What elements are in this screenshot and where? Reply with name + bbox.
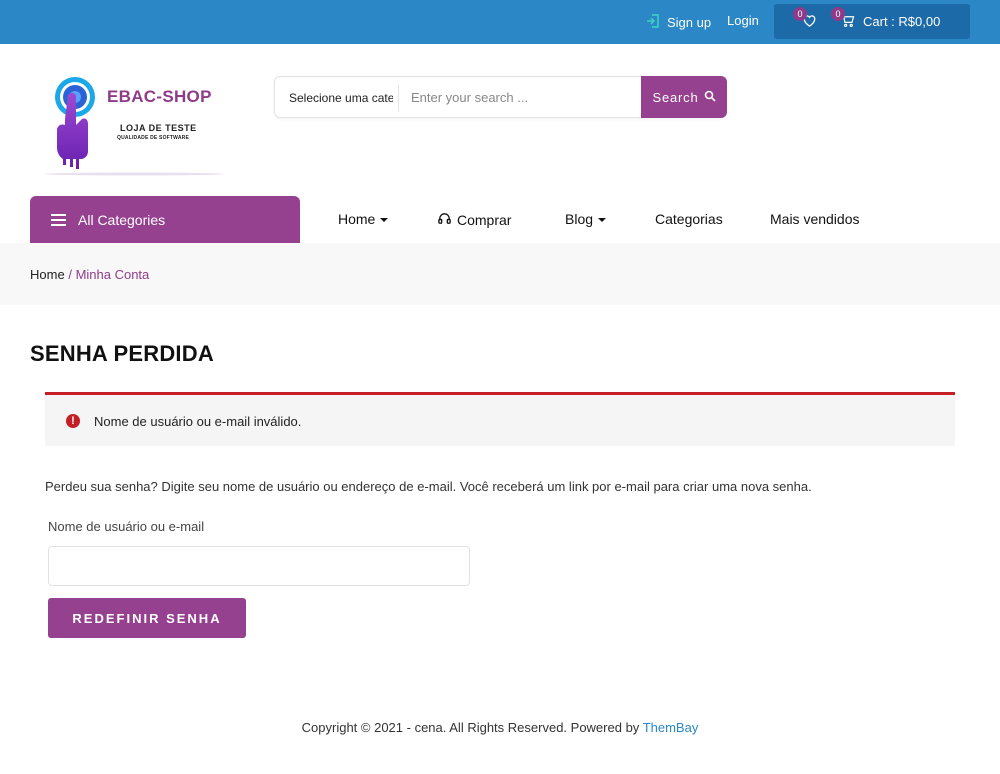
nav-item-blog[interactable]: Blog [565,211,607,227]
search-bar: Selecione uma categoria Search [274,76,727,118]
nav-item-label: Mais vendidos [770,211,860,227]
footer: Copyright © 2021 - cena. All Rights Rese… [0,720,1000,735]
all-categories-button[interactable]: All Categories [30,196,300,243]
breadcrumb-separator: / [68,267,72,282]
signup-label: Sign up [667,15,712,30]
signup-icon [645,13,661,32]
lost-password-description: Perdeu sua senha? Digite seu nome de usu… [45,479,812,494]
wishlist-button[interactable]: 0 [793,7,820,31]
logo-subtitle: LOJA DE TESTE [120,123,197,133]
breadcrumb-current: Minha Conta [75,267,150,282]
chevron-down-icon [598,218,607,222]
nav-item-home[interactable]: Home [338,211,389,227]
all-categories-label: All Categories [78,211,166,228]
cart-button[interactable]: 0 [831,7,858,31]
error-icon: ! [66,414,80,428]
search-button[interactable]: Search [641,76,727,118]
footer-copyright: Copyright © 2021 - cena. All Rights Rese… [301,720,640,735]
headset-icon [437,211,452,229]
search-divider [398,85,399,111]
search-category-select[interactable]: Selecione uma categoria [289,91,393,105]
error-message: Nome de usuário ou e-mail inválido. [94,414,302,429]
username-or-email-input[interactable] [48,546,470,586]
nav-item-categorias[interactable]: Categorias [655,211,723,227]
logo-title: EBAC-SHOP [107,87,212,106]
breadcrumb: Home / Minha Conta [30,267,149,282]
footer-brand-link[interactable]: ThemBay [643,720,699,735]
menu-icon [51,213,66,226]
logo-tagline: QUALIDADE DE SOFTWARE [117,135,189,141]
cart-count-badge: 0 [831,7,845,21]
reset-password-button[interactable]: REDEFINIR SENHA [48,598,246,638]
signup-link[interactable]: Sign up [645,13,711,32]
top-bar: Sign up Login 0 0 Cart : R$0,00 [0,0,1000,44]
wishlist-count-badge: 0 [793,7,807,21]
nav-item-comprar[interactable]: Comprar [437,211,511,229]
nav-item-label: Home [338,211,376,227]
search-icon [704,90,716,105]
error-notice: ! Nome de usuário ou e-mail inválido. [45,392,955,446]
nav-item-label: Comprar [457,212,512,228]
cart-box: 0 0 Cart : R$0,00 [774,4,970,39]
username-field-label: Nome de usuário ou e-mail [48,519,205,534]
search-button-label: Search [652,89,699,105]
breadcrumb-bar [0,243,1000,305]
chevron-down-icon [380,218,389,222]
breadcrumb-home-link[interactable]: Home [30,267,65,282]
search-input[interactable] [401,78,639,116]
page-title: SENHA PERDIDA [30,341,214,366]
nav-item-mais-vendidos[interactable]: Mais vendidos [770,211,860,227]
login-link[interactable]: Login [727,13,759,28]
nav-item-label: Categorias [655,211,723,227]
cart-total[interactable]: Cart : R$0,00 [863,14,940,29]
nav-item-label: Blog [565,211,594,227]
